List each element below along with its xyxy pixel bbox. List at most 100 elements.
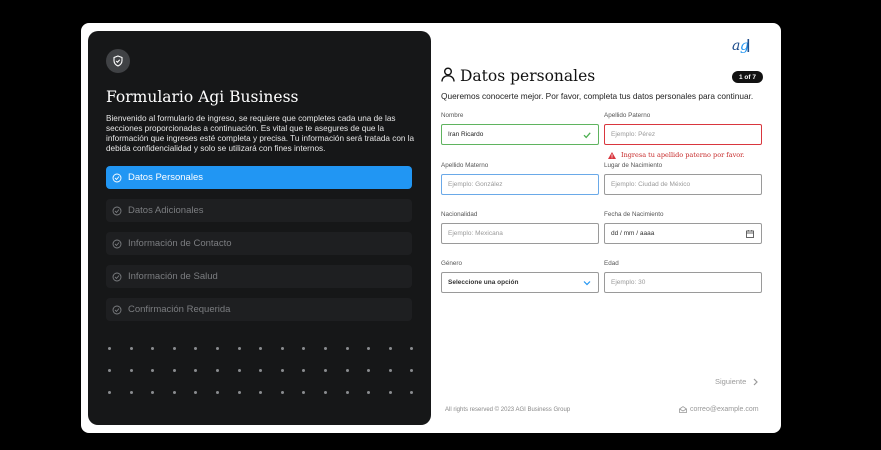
step-label: Información de Contacto (128, 238, 232, 249)
email-text: correo@example.com (690, 406, 759, 413)
step-informacion-contacto[interactable]: Información de Contacto (106, 232, 412, 255)
apellido-paterno-field[interactable]: Ejemplo: Pérez (604, 124, 762, 145)
genero-select[interactable]: Seleccione una opción (441, 272, 599, 293)
nombre-field[interactable]: Iran Ricardo (441, 124, 599, 145)
next-button[interactable]: Siguiente (715, 377, 759, 386)
decorative-dot (216, 369, 219, 372)
chevron-right-icon (752, 378, 759, 386)
edad-field[interactable]: Ejemplo: 30 (604, 272, 762, 293)
decorative-dot (259, 369, 263, 372)
decorative-dot (345, 347, 349, 350)
step-datos-personales[interactable]: Datos Personales (106, 166, 412, 189)
decorative-dot (345, 369, 349, 372)
nacionalidad-label: Nacionalidad (441, 211, 478, 218)
check-icon (582, 130, 592, 140)
decorative-dot (345, 391, 349, 394)
lugar-nacimiento-placeholder: Ejemplo: Ciudad de México (611, 181, 691, 188)
form-title: Formulario Agi Business (106, 88, 299, 106)
decorative-dot (388, 347, 392, 350)
decorative-dot (237, 347, 241, 350)
error-text: Ingresa tu apellido paterno por favor. (621, 151, 745, 159)
step-label: Datos Adicionales (128, 205, 204, 216)
lugar-nacimiento-label: Lugar de Nacimiento (604, 162, 663, 169)
decorative-dot (388, 391, 392, 394)
decorative-dot (259, 391, 263, 394)
check-circle-icon (112, 272, 122, 282)
fecha-nacimiento-placeholder: dd / mm / aaaa (611, 230, 655, 237)
edad-label: Edad (604, 260, 619, 267)
shield-icon (106, 49, 130, 73)
decorative-dot (172, 347, 176, 350)
mail-icon (679, 406, 687, 413)
decorative-dot (151, 347, 155, 350)
apellido-materno-field[interactable]: Ejemplo: González (441, 174, 599, 195)
decorative-dot (367, 391, 371, 394)
decorative-dot (410, 347, 414, 350)
decorative-dot (151, 391, 155, 394)
decorative-dot (108, 369, 111, 372)
decorative-dot (388, 369, 392, 372)
genero-value: Seleccione una opción (448, 279, 519, 286)
decorative-dot (302, 391, 306, 394)
left-panel: Formulario Agi Business Bienvenido al fo… (88, 31, 431, 425)
decorative-dot (324, 369, 327, 372)
decorative-dot (194, 347, 198, 350)
decorative-dot (216, 391, 219, 394)
chevron-down-icon (582, 278, 592, 288)
agi-logo: a g (731, 36, 751, 56)
step-confirmacion[interactable]: Confirmación Requerida (106, 298, 412, 321)
footer-email[interactable]: correo@example.com (679, 406, 759, 413)
decorative-dot (280, 369, 284, 372)
step-informacion-salud[interactable]: Información de Salud (106, 265, 412, 288)
decorative-dot (367, 369, 371, 372)
calendar-icon[interactable] (745, 229, 755, 239)
step-label: Información de Salud (128, 271, 218, 282)
decorative-dot (302, 347, 306, 350)
check-circle-icon (112, 173, 122, 183)
decorative-dot (302, 369, 306, 372)
form-description: Bienvenido al formulario de ingreso, se … (106, 114, 415, 153)
decorative-dot (172, 391, 176, 394)
lugar-nacimiento-field[interactable]: Ejemplo: Ciudad de México (604, 174, 762, 195)
decorative-dot (410, 369, 414, 372)
nombre-label: Nombre (441, 112, 464, 119)
edad-placeholder: Ejemplo: 30 (611, 279, 646, 286)
next-label: Siguiente (715, 377, 747, 386)
decorative-dot (108, 347, 111, 350)
step-datos-adicionales[interactable]: Datos Adicionales (106, 199, 412, 222)
page-subtitle: Queremos conocerte mejor. Por favor, com… (441, 91, 754, 101)
nacionalidad-field[interactable]: Ejemplo: Mexicana (441, 223, 599, 244)
decorative-dot (410, 391, 414, 394)
decorative-dot (237, 369, 241, 372)
apellido-materno-label: Apellido Materno (441, 162, 489, 169)
decorative-dot (216, 347, 219, 350)
user-icon (441, 67, 455, 82)
check-circle-icon (112, 206, 122, 216)
copyright-text: All rights reserved © 2023 AGI Business … (445, 407, 571, 413)
decorative-dot (367, 347, 371, 350)
decorative-dot (280, 347, 284, 350)
decorative-dot (172, 369, 176, 372)
decorative-dot (237, 391, 241, 394)
apellido-paterno-error: Ingresa tu apellido paterno por favor. (608, 151, 745, 159)
warning-icon (608, 151, 616, 159)
decorative-dot (324, 391, 327, 394)
decorative-dot (324, 347, 327, 350)
apellido-paterno-label: Apellido Paterno (604, 112, 651, 119)
nacionalidad-placeholder: Ejemplo: Mexicana (448, 230, 503, 237)
decorative-dot (194, 391, 198, 394)
apellido-paterno-placeholder: Ejemplo: Pérez (611, 131, 656, 138)
nombre-value: Iran Ricardo (448, 131, 484, 138)
step-label: Confirmación Requerida (128, 304, 231, 315)
decorative-dot (151, 369, 155, 372)
step-counter-badge: 1 of 7 (732, 71, 763, 83)
decorative-dot (194, 369, 198, 372)
step-label: Datos Personales (128, 172, 203, 183)
check-circle-icon (112, 239, 122, 249)
decorative-dot (129, 347, 133, 350)
fecha-nacimiento-field[interactable]: dd / mm / aaaa (604, 223, 762, 244)
decorative-dot (129, 369, 133, 372)
page-title: Datos personales (460, 67, 596, 85)
decorative-dot (129, 391, 133, 394)
decorative-dot (108, 391, 111, 394)
